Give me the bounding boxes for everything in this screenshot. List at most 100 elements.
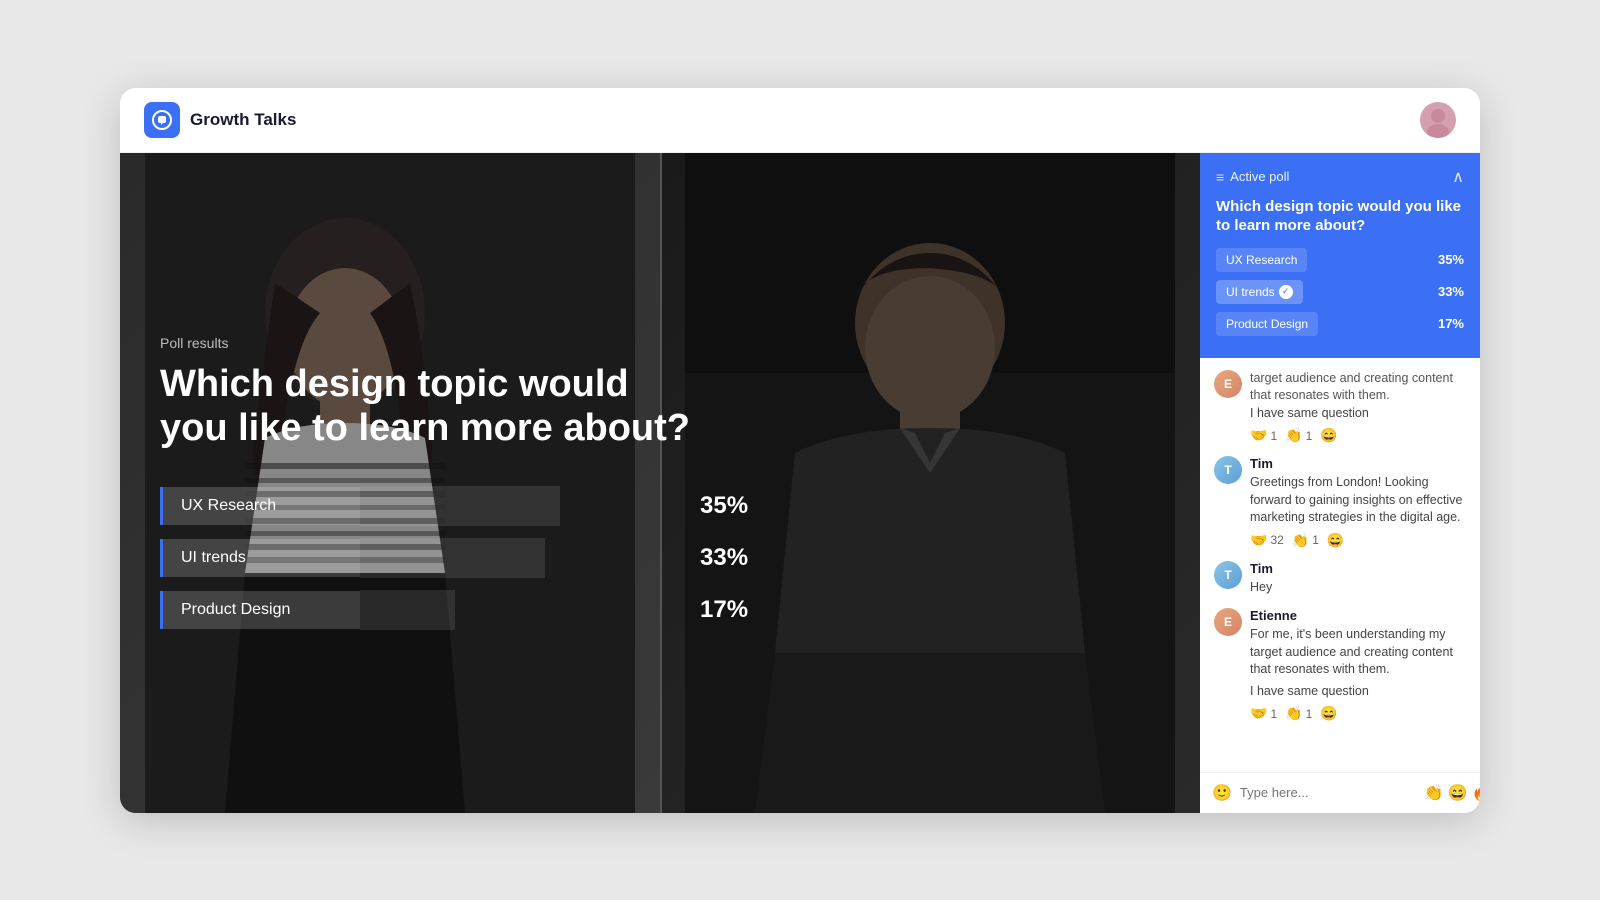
poll-result-tag-2: UI trends ✓ [1216,280,1303,304]
chat-avatar-etienne-2: E [1214,608,1242,636]
chat-content-tim-1: Tim Greetings from London! Looking forwa… [1250,456,1466,549]
check-icon: ✓ [1279,285,1293,299]
header-left: Growth Talks [144,102,296,138]
active-poll-section: ≡ Active poll ∧ Which design topic would… [1200,153,1480,358]
right-panel: ≡ Active poll ∧ Which design topic would… [1200,153,1480,813]
app-window: Growth Talks [120,88,1480,813]
active-poll-question: Which design topic would you like to lea… [1216,197,1464,236]
poll-question: Which design topic would you like to lea… [160,363,700,450]
active-poll-title-row: ≡ Active poll [1216,169,1289,185]
main-content: Poll results Which design topic would yo… [120,153,1480,813]
poll-option-1: UX Research 35% [160,486,760,526]
chat-content-tim-2: Tim Hey [1250,561,1466,597]
poll-option-label-1: UX Research [160,487,360,525]
poll-bar-icon: ≡ [1216,169,1224,185]
collapse-button[interactable]: ∧ [1452,167,1464,187]
reaction-emoji-1c: 😄 [1320,427,1337,444]
reaction-emoji-4b: 👏 [1285,705,1302,722]
poll-percent-1: 35% [700,492,760,520]
chat-text-tim-1: Greetings from London! Looking forward t… [1250,474,1466,527]
chat-text-etienne-1: I have same question [1250,405,1466,423]
chat-reactions-etienne-2: 🤝 1 👏 1 😄 [1250,705,1466,722]
poll-result-row-2: UI trends ✓ 33% [1216,280,1464,304]
active-poll-header: ≡ Active poll ∧ [1216,167,1464,187]
chat-message-tim-1: T Tim Greetings from London! Looking for… [1214,456,1466,549]
reaction-2c: 😄 [1327,532,1344,549]
chat-content-etienne-1: target audience and creating content tha… [1250,370,1466,445]
chat-emoji-group: 👏 😄 🔥 [1424,783,1480,803]
reaction-emoji-4a: 🤝 [1250,705,1267,722]
chat-reactions-tim-1: 🤝 32 👏 1 😄 [1250,532,1466,549]
poll-percent-3: 17% [700,596,760,624]
poll-result-pct-3: 17% [1438,316,1464,331]
chat-content-etienne-2: Etienne For me, it's been understanding … [1250,608,1466,722]
reaction-count-4b: 1 [1306,707,1313,721]
poll-percent-2: 33% [700,544,760,572]
chat-input[interactable] [1240,785,1416,800]
poll-options: UX Research 35% UI trends 33% [160,486,760,630]
poll-bar-fill-1 [360,486,560,526]
reaction-emoji-2b: 👏 [1292,532,1309,549]
reaction-count-1b: 1 [1306,429,1313,443]
logo-icon [144,102,180,138]
poll-result-row-1: UX Research 35% [1216,248,1464,272]
chat-avatar-tim-1: T [1214,456,1242,484]
emoji-picker-button[interactable]: 🙂 [1212,783,1232,803]
poll-label: Poll results [160,335,1160,351]
chat-message-etienne-2: E Etienne For me, it's been understandin… [1214,608,1466,722]
app-title: Growth Talks [190,110,296,130]
poll-overlay: Poll results Which design topic would yo… [120,153,1200,813]
reaction-1b: 👏 1 [1285,427,1312,444]
chat-section: E target audience and creating content t… [1200,358,1480,772]
reaction-count-2b: 1 [1312,533,1319,547]
header: Growth Talks [120,88,1480,153]
chat-subtext-etienne-2: I have same question [1250,683,1466,701]
chat-name-tim-2: Tim [1250,561,1466,576]
emoji-clap[interactable]: 👏 [1424,783,1444,803]
active-poll-label: Active poll [1230,169,1289,184]
reaction-emoji-2a: 🤝 [1250,532,1267,549]
chat-name-etienne-2: Etienne [1250,608,1466,623]
poll-option-label-2: UI trends [160,539,360,577]
reaction-count-4a: 1 [1270,707,1277,721]
emoji-fire[interactable]: 🔥 [1472,783,1480,803]
chat-message-etienne-1: E target audience and creating content t… [1214,370,1466,445]
poll-result-tag-1: UX Research [1216,248,1307,272]
chat-text-tim-2: Hey [1250,579,1466,597]
reaction-2a: 🤝 32 [1250,532,1284,549]
video-area: Poll results Which design topic would yo… [120,153,1200,813]
chat-name-tim-1: Tim [1250,456,1466,471]
poll-option-3: Product Design 17% [160,590,760,630]
emoji-laugh[interactable]: 😄 [1448,783,1468,803]
poll-result-row-3: Product Design 17% [1216,312,1464,336]
poll-option-label-3: Product Design [160,591,360,629]
reaction-4c: 😄 [1320,705,1337,722]
chat-avatar-tim-2: T [1214,561,1242,589]
chat-avatar-etienne-1: E [1214,370,1242,398]
reaction-emoji-1a: 🤝 [1250,427,1267,444]
poll-result-pct-1: 35% [1438,252,1464,267]
reaction-emoji-4c: 😄 [1320,705,1337,722]
poll-bar-fill-2 [360,538,545,578]
reaction-1a: 🤝 1 [1250,427,1277,444]
chat-input-area: 🙂 👏 😄 🔥 [1200,772,1480,813]
reaction-emoji-2c: 😄 [1327,532,1344,549]
reaction-count-1a: 1 [1270,429,1277,443]
poll-option-bar-2: UI trends [160,538,676,578]
reaction-1c: 😄 [1320,427,1337,444]
chat-reactions-etienne-1: 🤝 1 👏 1 😄 [1250,427,1466,444]
poll-bar-fill-3 [360,590,455,630]
poll-result-tag-3: Product Design [1216,312,1318,336]
poll-option-bar-1: UX Research [160,486,676,526]
reaction-4a: 🤝 1 [1250,705,1277,722]
partial-text-1: target audience and creating content tha… [1250,370,1466,405]
poll-option-2: UI trends 33% [160,538,760,578]
poll-option-bar-3: Product Design [160,590,676,630]
reaction-2b: 👏 1 [1292,532,1319,549]
reaction-count-2a: 32 [1270,533,1283,547]
avatar [1420,102,1456,138]
reaction-emoji-1b: 👏 [1285,427,1302,444]
poll-result-pct-2: 33% [1438,284,1464,299]
chat-text-etienne-2: For me, it's been understanding my targe… [1250,626,1466,679]
reaction-4b: 👏 1 [1285,705,1312,722]
